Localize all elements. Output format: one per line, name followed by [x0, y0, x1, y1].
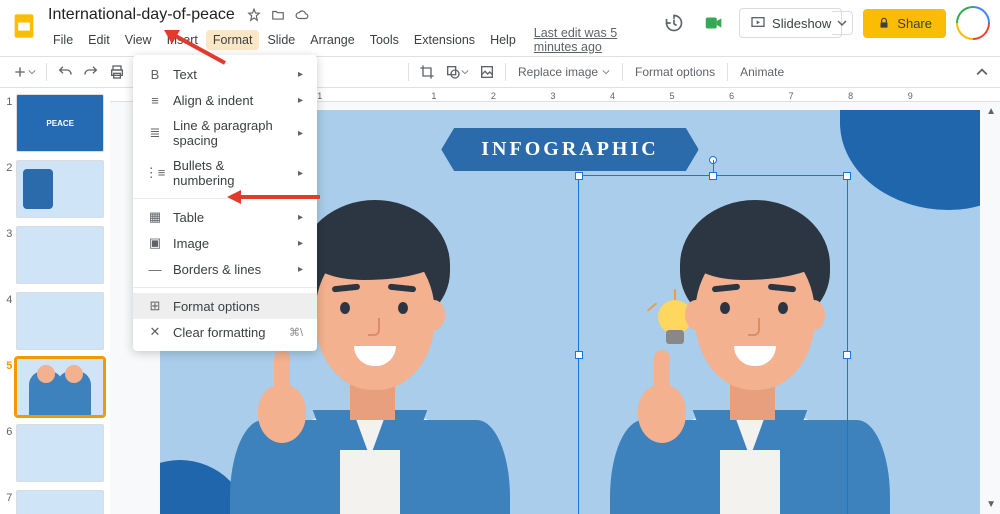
dd-table[interactable]: ▦Table▸ — [133, 204, 317, 230]
thumbnail-4[interactable]: 4 — [4, 292, 104, 350]
redo-button[interactable] — [79, 60, 103, 84]
new-slide-button[interactable] — [8, 60, 40, 84]
collapse-toolbar-button[interactable] — [972, 62, 992, 82]
spacing-icon: ≣ — [147, 125, 163, 141]
thumbnail-6[interactable]: 6 — [4, 424, 104, 482]
dd-bullets[interactable]: ⋮≡Bullets & numbering▸ — [133, 153, 317, 193]
thumbnail-7[interactable]: 7THANK YOU — [4, 490, 104, 514]
menu-slide[interactable]: Slide — [260, 30, 302, 50]
resize-handle[interactable] — [575, 172, 583, 180]
thumbnail-3[interactable]: 3 — [4, 226, 104, 284]
scroll-down-button[interactable]: ▼ — [986, 499, 996, 510]
history-icon[interactable] — [659, 8, 689, 38]
star-icon[interactable] — [247, 8, 261, 22]
chevron-right-icon: ▸ — [298, 69, 303, 80]
undo-button[interactable] — [53, 60, 77, 84]
slides-logo-icon — [10, 12, 38, 40]
menu-bar: File Edit View Insert Format Slide Arran… — [46, 26, 659, 54]
dd-format-options[interactable]: ⊞Format options — [133, 293, 317, 319]
annotation-arrow-icon — [225, 188, 325, 206]
menu-arrange[interactable]: Arrange — [303, 30, 361, 50]
clear-icon: ✕ — [147, 324, 163, 340]
slideshow-button[interactable]: Slideshow — [739, 8, 842, 38]
dd-align[interactable]: ≡Align & indent▸ — [133, 87, 317, 113]
menu-file[interactable]: File — [46, 30, 80, 50]
toolbar-separator — [622, 63, 623, 81]
dd-image[interactable]: ▣Image▸ — [133, 230, 317, 256]
chevron-right-icon: ▸ — [298, 212, 303, 223]
slideshow-dropdown-button[interactable] — [832, 11, 853, 35]
chevron-right-icon: ▸ — [298, 264, 303, 275]
print-button[interactable] — [105, 60, 129, 84]
replace-image-button[interactable]: Replace image — [512, 61, 616, 83]
resize-handle[interactable] — [843, 351, 851, 359]
resize-handle[interactable] — [709, 172, 717, 180]
toolbar-separator — [727, 63, 728, 81]
toolbar-separator — [505, 63, 506, 81]
selection-outline[interactable] — [578, 175, 848, 514]
banner-title[interactable]: INFOGRAPHIC — [441, 128, 698, 171]
animate-button[interactable]: Animate — [734, 61, 790, 83]
mask-button[interactable] — [441, 60, 473, 84]
crop-button[interactable] — [415, 60, 439, 84]
cloud-icon[interactable] — [295, 8, 309, 22]
dd-borders[interactable]: —Borders & lines▸ — [133, 256, 317, 282]
dd-spacing[interactable]: ≣Line & paragraph spacing▸ — [133, 113, 317, 153]
share-button[interactable]: Share — [863, 9, 946, 38]
text-icon: B — [147, 66, 163, 82]
scroll-up-button[interactable]: ▲ — [986, 106, 996, 117]
toolbar-separator — [46, 63, 47, 81]
meet-icon[interactable] — [699, 8, 729, 38]
move-folder-icon[interactable] — [271, 8, 285, 22]
chevron-right-icon: ▸ — [298, 95, 303, 106]
annotation-arrow-icon — [160, 28, 230, 68]
header: International-day-of-peace File Edit Vie… — [0, 0, 1000, 56]
lock-icon — [877, 16, 891, 30]
menu-view[interactable]: View — [118, 30, 159, 50]
reset-image-button[interactable] — [475, 60, 499, 84]
menu-help[interactable]: Help — [483, 30, 523, 50]
thumbnail-1[interactable]: 1PEACE — [4, 94, 104, 152]
toolbar-separator — [408, 63, 409, 81]
share-label: Share — [897, 16, 932, 31]
account-avatar[interactable] — [956, 6, 990, 40]
thumbnail-2[interactable]: 2 — [4, 160, 104, 218]
thumbnail-panel[interactable]: 1PEACE 2 3 4 5 6 7THANK YOU — [0, 88, 110, 514]
header-right: Slideshow Share — [659, 6, 990, 40]
resize-handle[interactable] — [843, 172, 851, 180]
slideshow-label: Slideshow — [772, 16, 831, 31]
resize-handle[interactable] — [575, 351, 583, 359]
menu-edit[interactable]: Edit — [81, 30, 117, 50]
menu-extensions[interactable]: Extensions — [407, 30, 482, 50]
dropdown-separator — [133, 287, 317, 288]
chevron-right-icon: ▸ — [298, 168, 303, 179]
format-options-icon: ⊞ — [147, 298, 163, 314]
borders-icon: — — [147, 261, 163, 277]
doc-title[interactable]: International-day-of-peace — [46, 6, 237, 24]
thumbnail-5[interactable]: 5 — [4, 358, 104, 416]
chevron-right-icon: ▸ — [298, 238, 303, 249]
table-icon: ▦ — [147, 209, 163, 225]
menu-tools[interactable]: Tools — [363, 30, 406, 50]
format-options-button[interactable]: Format options — [629, 61, 721, 83]
align-icon: ≡ — [147, 92, 163, 108]
last-edit-link[interactable]: Last edit was 5 minutes ago — [534, 26, 659, 54]
chevron-right-icon: ▸ — [298, 128, 303, 139]
image-icon: ▣ — [147, 235, 163, 251]
present-icon — [750, 15, 766, 31]
dd-clear-formatting[interactable]: ✕Clear formatting⌘\ — [133, 319, 317, 345]
doc-info: International-day-of-peace File Edit Vie… — [46, 6, 659, 54]
bullets-icon: ⋮≡ — [147, 165, 163, 181]
chevron-down-icon — [837, 18, 847, 28]
